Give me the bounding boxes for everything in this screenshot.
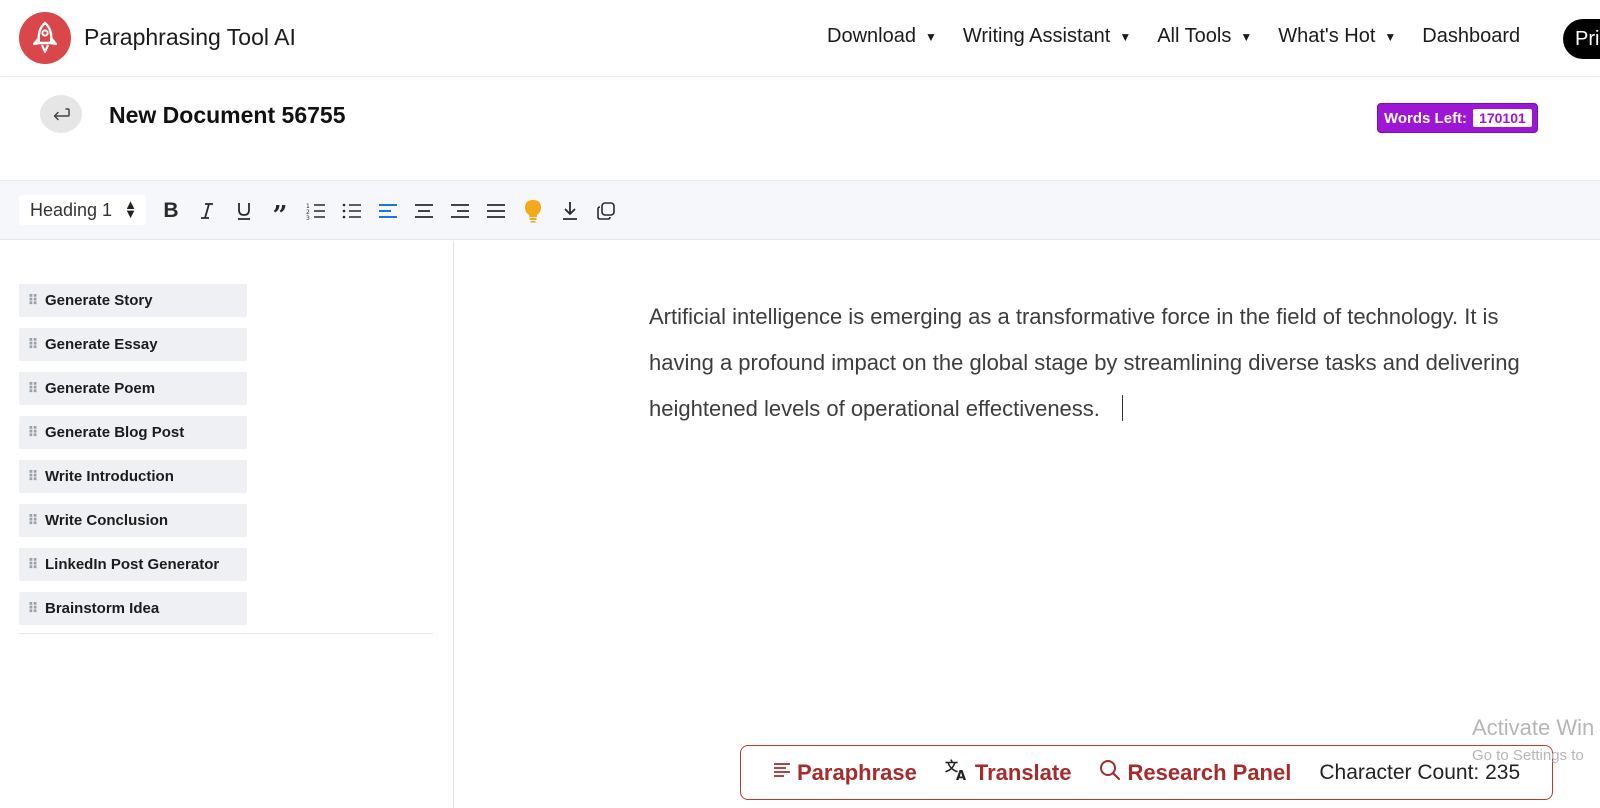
nav-writing-assistant-label: Writing Assistant (962, 25, 1111, 47)
research-panel-button[interactable]: Research Panel (1099, 759, 1291, 787)
heading-select[interactable]: Heading 1 ▲ ▼ (19, 195, 146, 225)
words-left-label: Words Left: (1384, 109, 1468, 127)
words-left-count: 170101 (1473, 109, 1532, 127)
tool-label: Generate Poem (45, 380, 156, 397)
align-right-icon[interactable] (447, 198, 473, 224)
heading-select-value: Heading 1 (30, 200, 113, 220)
lightbulb-icon[interactable] (520, 198, 546, 224)
tool-label: Generate Story (45, 292, 153, 309)
formatting-toolbar: Heading 1 ▲ ▼ B ” 123 (0, 180, 1600, 240)
back-button[interactable] (40, 95, 82, 133)
drag-handle-icon[interactable]: ⠿ (19, 556, 45, 573)
activate-windows-watermark: Activate Win Go to Settings to (1472, 715, 1594, 764)
paraphrase-label: Paraphrase (797, 759, 917, 785)
download-icon[interactable] (557, 198, 583, 224)
caret-down-icon: ▼ (1240, 29, 1253, 44)
tool-brainstorm-idea[interactable]: ⠿ Brainstorm Idea (19, 592, 247, 625)
editor-line: heightened levels of operational effecti… (649, 396, 1100, 421)
align-justify-icon[interactable] (483, 198, 509, 224)
tool-generate-story[interactable]: ⠿ Generate Story (19, 284, 247, 317)
align-left-icon[interactable] (375, 198, 401, 224)
caret-down-icon: ▼ (1384, 29, 1397, 44)
pricing-button[interactable]: Pri (1563, 19, 1600, 59)
nav-dashboard[interactable]: Dashboard (1422, 25, 1520, 48)
tool-write-conclusion[interactable]: ⠿ Write Conclusion (19, 504, 247, 537)
paraphrase-icon (773, 761, 791, 784)
tools-sidebar: ⠿ Generate Story ⠿ Generate Essay ⠿ Gene… (0, 241, 454, 808)
tool-write-introduction[interactable]: ⠿ Write Introduction (19, 460, 247, 493)
rocket-logo-icon[interactable] (19, 12, 71, 64)
copy-icon[interactable] (593, 198, 619, 224)
drag-handle-icon[interactable]: ⠿ (19, 600, 45, 617)
main-nav: Download ▼ Writing Assistant ▼ All Tools… (827, 25, 1546, 48)
editor-line-last: heightened levels of operational effecti… (649, 386, 1600, 432)
svg-text:3: 3 (306, 215, 310, 220)
bold-icon[interactable]: B (158, 198, 184, 224)
tool-label: Generate Blog Post (45, 424, 185, 441)
bullet-list-icon[interactable] (339, 198, 365, 224)
nav-all-tools[interactable]: All Tools ▼ (1157, 25, 1252, 48)
search-icon (1099, 759, 1121, 787)
align-center-icon[interactable] (411, 198, 437, 224)
nav-dashboard-label: Dashboard (1422, 25, 1521, 47)
watermark-line1: Activate Win (1472, 715, 1595, 740)
translate-button[interactable]: 文A Translate (945, 759, 1072, 787)
tool-label: Write Introduction (45, 468, 174, 485)
document-title[interactable]: New Document 56755 (109, 102, 345, 129)
editor-line: Artificial intelligence is emerging as a… (649, 304, 1499, 329)
tool-generate-essay[interactable]: ⠿ Generate Essay (19, 328, 247, 361)
tool-label: Generate Essay (45, 336, 158, 353)
caret-down-icon: ▼ (924, 29, 937, 44)
drag-handle-icon[interactable]: ⠿ (19, 468, 45, 485)
drag-handle-icon[interactable]: ⠿ (19, 336, 45, 353)
nav-whats-hot-label: What's Hot (1278, 25, 1376, 47)
brand-name[interactable]: Paraphrasing Tool AI (84, 24, 296, 51)
editor-line: having a profound impact on the global s… (649, 350, 1520, 375)
tool-label: Brainstorm Idea (45, 600, 160, 617)
caret-down-icon: ▼ (1119, 29, 1132, 44)
research-panel-label: Research Panel (1127, 759, 1292, 785)
top-navbar: Paraphrasing Tool AI Download ▼ Writing … (0, 0, 1600, 77)
drag-handle-icon[interactable]: ⠿ (19, 512, 45, 529)
nav-download[interactable]: Download ▼ (827, 25, 937, 48)
nav-all-tools-label: All Tools (1157, 25, 1232, 47)
nav-whats-hot[interactable]: What's Hot ▼ (1278, 25, 1396, 48)
paraphrase-button[interactable]: Paraphrase (773, 760, 917, 786)
ordered-list-icon[interactable]: 123 (303, 198, 329, 224)
translate-icon: 文A (945, 759, 969, 787)
tool-label: LinkedIn Post Generator (45, 556, 220, 573)
drag-handle-icon[interactable]: ⠿ (19, 424, 45, 441)
watermark-line2: Go to Settings to (1472, 747, 1584, 764)
quote-icon[interactable]: ” (267, 198, 293, 231)
tool-linkedin-post-generator[interactable]: ⠿ LinkedIn Post Generator (19, 548, 247, 581)
svg-text:A: A (956, 769, 966, 781)
translate-label: Translate (974, 759, 1072, 785)
return-arrow-icon (53, 108, 70, 121)
italic-icon[interactable] (194, 198, 220, 224)
nav-download-label: Download (827, 25, 916, 47)
select-arrows-icon: ▲ ▼ (124, 197, 137, 221)
sidebar-divider (19, 633, 433, 634)
drag-handle-icon[interactable]: ⠿ (19, 292, 45, 309)
underline-icon[interactable] (231, 198, 257, 224)
editor-content[interactable]: Artificial intelligence is emerging as a… (649, 294, 1600, 432)
drag-handle-icon[interactable]: ⠿ (19, 380, 45, 397)
words-left-badge: Words Left: 170101 (1377, 103, 1538, 133)
tool-generate-blog-post[interactable]: ⠿ Generate Blog Post (19, 416, 247, 449)
tool-label: Write Conclusion (45, 512, 169, 529)
text-cursor (1121, 395, 1123, 421)
nav-writing-assistant[interactable]: Writing Assistant ▼ (963, 25, 1131, 48)
action-panel: Paraphrase 文A Translate Research Panel C… (740, 745, 1553, 800)
tool-generate-poem[interactable]: ⠿ Generate Poem (19, 372, 247, 405)
character-count: Character Count: 235 (1319, 760, 1521, 784)
